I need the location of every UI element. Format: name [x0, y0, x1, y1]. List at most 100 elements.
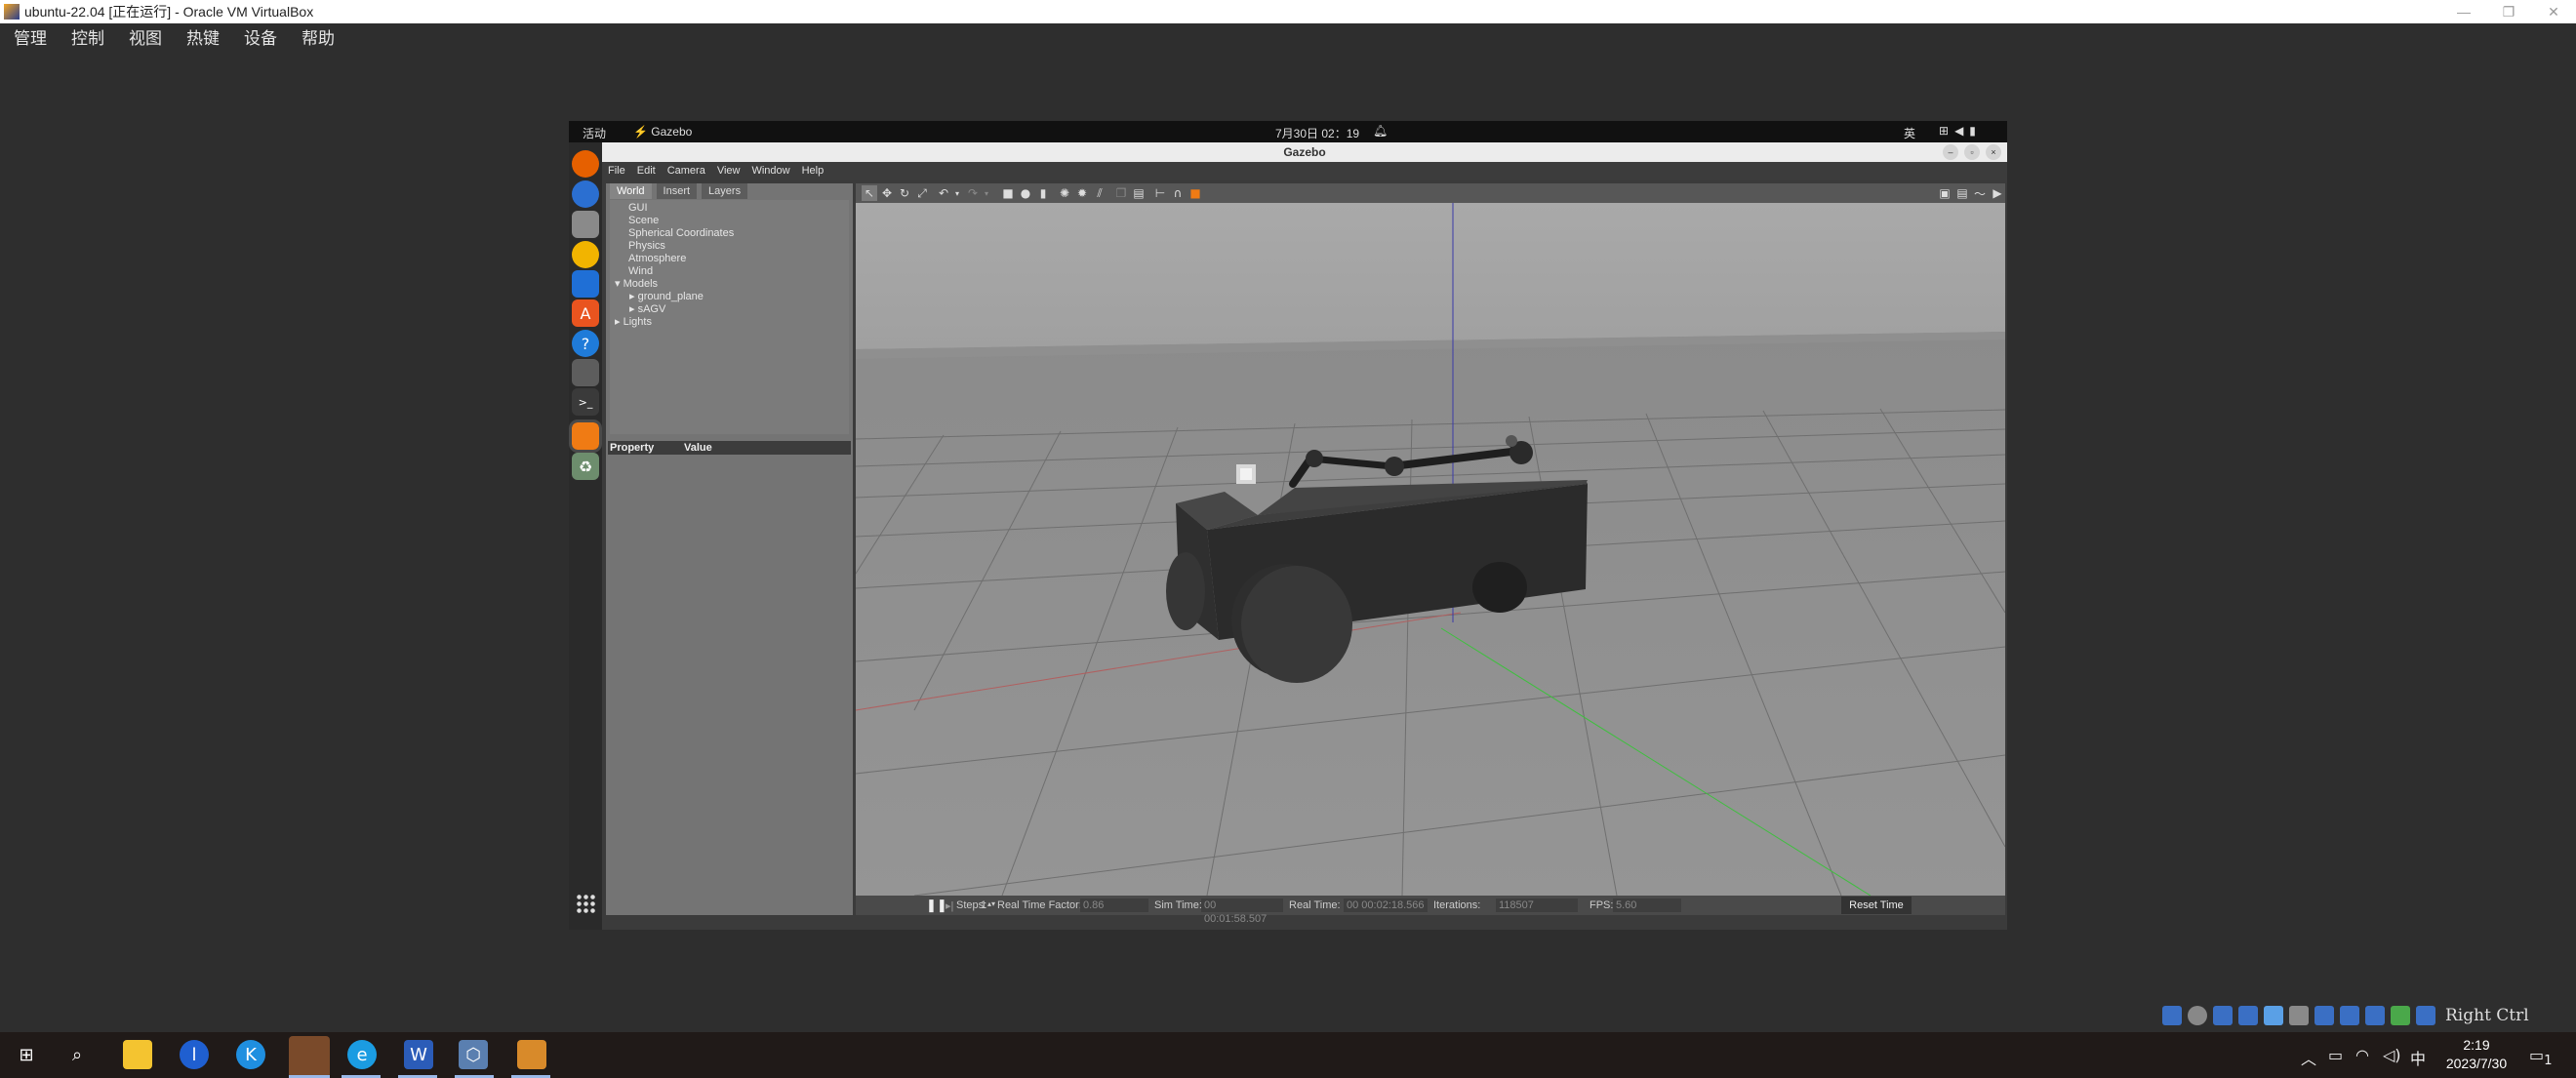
scene-render[interactable] [856, 203, 2005, 896]
screen-icon[interactable] [2340, 1006, 2359, 1025]
video-record-icon[interactable]: ▶ [1990, 185, 2005, 201]
firefox-icon[interactable] [572, 150, 599, 178]
point-light-icon[interactable]: ✺ [1057, 185, 1072, 201]
files-icon[interactable] [572, 211, 599, 238]
virtualbox-taskbar-icon[interactable]: ⬡ [459, 1040, 488, 1069]
battery-icon[interactable]: ▭ [2328, 1046, 2343, 1064]
gz-close-button[interactable]: × [1986, 144, 2001, 160]
speaker-icon[interactable]: ◁) [2383, 1046, 2401, 1064]
reset-time-button[interactable]: Reset Time [1841, 897, 1912, 914]
directional-light-icon[interactable]: ⫽ [1092, 185, 1107, 201]
shared-folder-icon[interactable] [2238, 1006, 2258, 1025]
menu-devices[interactable]: 设备 [244, 24, 277, 49]
gz-menu-camera[interactable]: Camera [667, 165, 705, 177]
wifi-icon[interactable]: ◠ [2355, 1046, 2369, 1064]
k-app-icon[interactable]: K [236, 1040, 265, 1069]
lenovo-app-icon[interactable]: l [180, 1040, 209, 1069]
paste-icon[interactable]: ▤ [1131, 185, 1147, 201]
screenshot-icon[interactable]: ▣ [1937, 185, 1952, 201]
translate-mode-icon[interactable]: ✥ [879, 185, 895, 201]
show-apps-icon[interactable] [576, 894, 595, 913]
terminal-icon[interactable]: >_ [572, 388, 599, 416]
gz-minimize-button[interactable]: – [1943, 144, 1958, 160]
rotate-mode-icon[interactable]: ↻ [897, 185, 912, 201]
box-shape-icon[interactable]: ■ [1000, 185, 1016, 201]
gz-menu-edit[interactable]: Edit [637, 165, 656, 177]
change-view-icon[interactable]: ■ [1187, 185, 1203, 201]
thunderbird-icon[interactable] [572, 180, 599, 208]
taskbar-clock[interactable]: 2:19 2023/7/30 [2437, 1036, 2516, 1073]
search-icon[interactable]: ⌕ [62, 1040, 92, 1069]
spot-light-icon[interactable]: ✹ [1074, 185, 1090, 201]
gz-menu-help[interactable]: Help [802, 165, 825, 177]
optical-drive-icon[interactable] [2188, 1006, 2207, 1025]
cylinder-shape-icon[interactable]: ▮ [1035, 185, 1051, 201]
pen-icon[interactable] [2264, 1006, 2283, 1025]
log-icon[interactable]: ▤ [1954, 185, 1970, 201]
gz-menu-window[interactable]: Window [751, 165, 789, 177]
writer-icon[interactable] [572, 270, 599, 298]
expanded-arrow-icon[interactable]: ▾ [615, 278, 621, 290]
system-menu[interactable]: ⊞◀▮ [1939, 124, 1982, 138]
topbar-clock[interactable]: 7月30日 02：19 [1275, 125, 1359, 141]
host-key-label[interactable]: Right Ctrl [2445, 1006, 2529, 1025]
help-icon[interactable]: ? [572, 330, 599, 357]
gz-menu-file[interactable]: File [608, 165, 625, 177]
minimize-button[interactable]: — [2441, 0, 2486, 23]
tab-layers[interactable]: Layers [702, 183, 748, 199]
ime-indicator[interactable]: 中 [2410, 1046, 2426, 1069]
tree-item-gui[interactable]: GUI [628, 202, 648, 215]
menu-control[interactable]: 控制 [71, 24, 104, 49]
recording-icon[interactable] [2365, 1006, 2385, 1025]
step-icon[interactable]: ▸| [946, 899, 953, 912]
steps-spinner-icon[interactable]: ▴▾ [987, 899, 995, 908]
display-icon[interactable] [2213, 1006, 2233, 1025]
network-adapter-icon[interactable] [2314, 1006, 2334, 1025]
app-center-icon[interactable]: A [572, 299, 599, 327]
collapsed-arrow-icon[interactable]: ▸ [629, 291, 635, 302]
menu-help[interactable]: 帮助 [302, 24, 335, 49]
trash-icon[interactable]: ♻ [572, 453, 599, 480]
redo-history-icon[interactable]: ▾ [979, 185, 994, 201]
word-icon[interactable]: W [404, 1040, 433, 1069]
collapsed-arrow-icon[interactable]: ▸ [615, 316, 621, 328]
plot-icon[interactable]: 〜 [1972, 185, 1988, 201]
start-windows-icon[interactable]: ⊞ [12, 1040, 41, 1069]
usb-icon[interactable] [2289, 1006, 2309, 1025]
keyboard-capture-icon[interactable] [2416, 1006, 2435, 1025]
steps-value[interactable]: 1 [981, 899, 986, 911]
tab-world[interactable]: World [610, 183, 652, 199]
snap-icon[interactable]: ∩ [1170, 185, 1186, 201]
notification-center-icon[interactable]: ▭1 [2529, 1046, 2553, 1068]
app-menu[interactable]: ⚡ Gazebo [633, 125, 692, 139]
scene-viewport[interactable] [856, 203, 2005, 896]
tab-insert[interactable]: Insert [656, 183, 698, 199]
close-button[interactable]: ✕ [2531, 0, 2576, 23]
edge-icon[interactable]: e [347, 1040, 377, 1069]
tree-item-ground-plane[interactable]: ▸ ground_plane [629, 291, 704, 303]
activities-button[interactable]: 活动 [583, 125, 606, 141]
tree-item-spherical-coordinates[interactable]: Spherical Coordinates [628, 227, 734, 240]
sphere-shape-icon[interactable]: ● [1018, 185, 1033, 201]
virtualbox-vm-icon[interactable] [517, 1040, 546, 1069]
gz-maximize-button[interactable]: ▫ [1964, 144, 1980, 160]
menu-manage[interactable]: 管理 [14, 24, 47, 49]
tree-item-sagv[interactable]: ▸ sAGV [629, 303, 665, 316]
pause-icon[interactable]: ❚❚ [926, 898, 947, 913]
mouse-integration-icon[interactable] [2391, 1006, 2410, 1025]
show-hidden-icons-icon[interactable]: ︿ [2301, 1046, 2316, 1069]
collapsed-arrow-icon[interactable]: ▸ [629, 303, 635, 315]
select-mode-icon[interactable]: ↖ [862, 185, 877, 201]
tree-item-models[interactable]: ▾ Models [615, 278, 658, 291]
align-icon[interactable]: ⊢ [1152, 185, 1168, 201]
wechat-icon[interactable] [289, 1036, 330, 1078]
undo-history-icon[interactable]: ▾ [949, 185, 965, 201]
file-explorer-icon[interactable] [123, 1040, 152, 1069]
input-method-indicator[interactable]: 英 [1904, 125, 1915, 141]
menu-view[interactable]: 视图 [129, 24, 162, 49]
copy-icon[interactable]: ❐ [1113, 185, 1129, 201]
rhythmbox-icon[interactable] [572, 241, 599, 268]
audio-device-icon[interactable] [2162, 1006, 2182, 1025]
tree-item-wind[interactable]: Wind [628, 265, 653, 278]
tree-item-lights[interactable]: ▸ Lights [615, 316, 652, 329]
